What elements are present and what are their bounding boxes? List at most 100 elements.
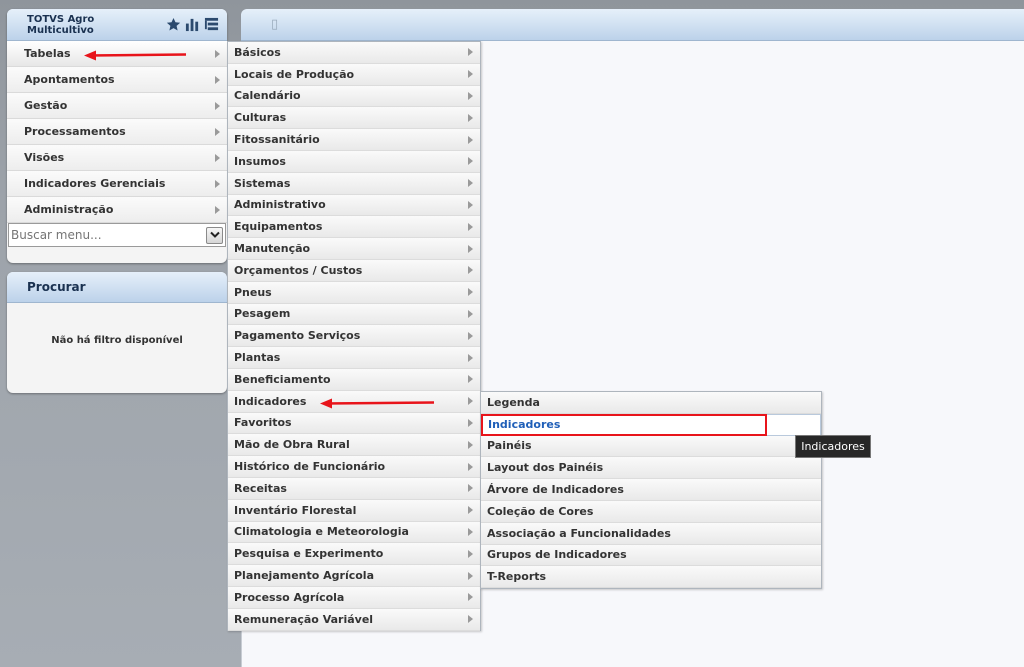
tab-placeholder-icon: ▯ [271,17,279,32]
submenu-item-climatologia-e-meteorologia[interactable]: Climatologia e Meteorologia [228,521,480,544]
submenu-item-pesquisa-e-experimento[interactable]: Pesquisa e Experimento [228,543,480,566]
chevron-right-icon [468,135,473,144]
chevron-right-icon [468,222,473,231]
menu-item-label: Administração [24,203,114,216]
submenu-item-label: Manutenção [234,242,311,256]
chevron-right-icon [468,157,473,166]
submenu-item-label: Orçamentos / Custos [234,263,363,277]
chevron-right-icon [468,506,473,515]
app-title: TOTVS Agro Multicultivo [27,13,95,36]
chevron-right-icon [468,331,473,340]
submenu-item-receitas[interactable]: Receitas [228,477,480,500]
submenu-item-pesagem[interactable]: Pesagem [228,303,480,326]
submenu-item-label: Calendário [234,89,301,103]
tree-list-icon[interactable] [203,17,219,33]
submenu-item-fitossanitario[interactable]: Fitossanitário [228,129,480,151]
chevron-right-icon [215,127,220,136]
menu-item-label: Processamentos [24,125,126,138]
submenu-item-label: Locais de Produção [234,67,355,81]
submenu-item-label: Remuneração Variável [234,612,374,626]
chevron-right-icon [468,484,473,493]
dropdown-toggle[interactable] [206,226,223,244]
submenu-item-legenda[interactable]: Legenda [481,392,821,414]
submenu-item-administrativo[interactable]: Administrativo [228,194,480,217]
submenu-indicadores: Legenda Indicadores Painéis Layout dos Pain… [480,391,822,589]
chevron-right-icon [468,375,473,384]
submenu-item-label: Insumos [234,154,286,168]
navigation-panel: TOTVS Agro Multicultivo Tabelas Apontame… [7,9,227,263]
submenu-item-equipamentos[interactable]: Equipamentos [228,216,480,239]
submenu-item-label: Plantas [234,351,281,365]
menu-item-processamentos[interactable]: Processamentos [7,119,227,145]
submenu-item-label: Favoritos [234,416,292,430]
menu-item-label: Indicadores Gerenciais [24,177,166,190]
submenu-item-mao-de-obra-rural[interactable]: Mão de Obra Rural [228,434,480,457]
submenu-item-grupos-de-indicadores[interactable]: Grupos de Indicadores [481,544,821,567]
submenu-item-locais-de-producao[interactable]: Locais de Produção [228,63,480,86]
submenu-item-culturas[interactable]: Culturas [228,107,480,130]
chevron-right-icon [468,309,473,318]
star-icon[interactable] [165,17,181,33]
app-header: TOTVS Agro Multicultivo [7,9,227,41]
menu-item-gestao[interactable]: Gestão [7,93,227,119]
chevron-right-icon [468,418,473,427]
submenu-item-label: Planejamento Agrícola [234,569,374,583]
submenu-item-layout-dos-paineis[interactable]: Layout dos Painéis [481,457,821,480]
chevron-right-icon [468,266,473,275]
submenu-item-label: Mão de Obra Rural [234,438,350,452]
menu-item-label: Visões [24,151,65,164]
menu-item-label: Tabelas [24,47,71,60]
submenu-item-label: Culturas [234,111,287,125]
submenu-item-label: Administrativo [234,198,326,212]
menu-item-indicadores-gerenciais[interactable]: Indicadores Gerenciais [7,171,227,197]
submenu-item-paineis[interactable]: Painéis [481,435,821,458]
chevron-right-icon [468,48,473,57]
submenu-item-favoritos[interactable]: Favoritos [228,412,480,435]
submenu-item-indicadores[interactable]: Indicadores [481,413,821,436]
chevron-right-icon [468,397,473,406]
submenu-item-pneus[interactable]: Pneus [228,281,480,304]
submenu-item-associacao-a-funcionalidades[interactable]: Associação a Funcionalidades [481,522,821,545]
submenu-item-plantas[interactable]: Plantas [228,347,480,369]
submenu-item-label: Pesagem [234,307,291,321]
submenu-item-label: Histórico de Funcionário [234,460,386,474]
submenu-item-pagamento-servicos[interactable]: Pagamento Serviços [228,325,480,348]
submenu-item-remuneracao-variavel[interactable]: Remuneração Variável [228,608,480,631]
submenu-item-orcamentos-custos[interactable]: Orçamentos / Custos [228,259,480,282]
submenu-item-historico-de-funcionario[interactable]: Histórico de Funcionário [228,456,480,478]
bar-chart-icon[interactable] [184,17,200,33]
tooltip: Indicadores [795,435,871,458]
submenu-item-label: Climatologia e Meteorologia [234,525,409,539]
panel-title: Procurar [7,272,227,303]
submenu-item-basicos[interactable]: Básicos [228,42,480,64]
menu-item-administracao[interactable]: Administração [7,197,227,223]
menu-item-visoes[interactable]: Visões [7,145,227,171]
submenu-item-insumos[interactable]: Insumos [228,150,480,173]
menu-item-apontamentos[interactable]: Apontamentos [7,67,227,93]
submenu-item-manutencao[interactable]: Manutenção [228,238,480,260]
submenu-item-calendario[interactable]: Calendário [228,85,480,108]
submenu-item-label: Equipamentos [234,220,323,234]
submenu-item-label: Inventário Florestal [234,503,357,517]
submenu-item-sistemas[interactable]: Sistemas [228,172,480,195]
submenu-item-t-reports[interactable]: T-Reports [481,566,821,589]
submenu-item-label: Indicadores [234,394,307,408]
chevron-right-icon [468,91,473,100]
search-menu-input[interactable] [9,225,206,245]
search-filter-panel: Procurar Não há filtro disponível [7,272,227,393]
chevron-right-icon [468,113,473,122]
chevron-right-icon [215,101,220,110]
submenu-item-processo-agricola[interactable]: Processo Agrícola [228,586,480,609]
submenu-item-arvore-de-indicadores[interactable]: Árvore de Indicadores [481,479,821,501]
chevron-right-icon [215,153,220,162]
submenu-item-colecao-de-cores[interactable]: Coleção de Cores [481,500,821,523]
chevron-right-icon [468,549,473,558]
chevron-right-icon [468,571,473,580]
chevron-right-icon [215,179,220,188]
menu-item-tabelas[interactable]: Tabelas [7,41,227,67]
submenu-item-inventario-florestal[interactable]: Inventário Florestal [228,499,480,522]
submenu-item-planejamento-agricola[interactable]: Planejamento Agrícola [228,565,480,587]
submenu-item-label: Pagamento Serviços [234,329,361,343]
submenu-item-beneficiamento[interactable]: Beneficiamento [228,368,480,391]
submenu-item-indicadores[interactable]: Indicadores [228,390,480,413]
